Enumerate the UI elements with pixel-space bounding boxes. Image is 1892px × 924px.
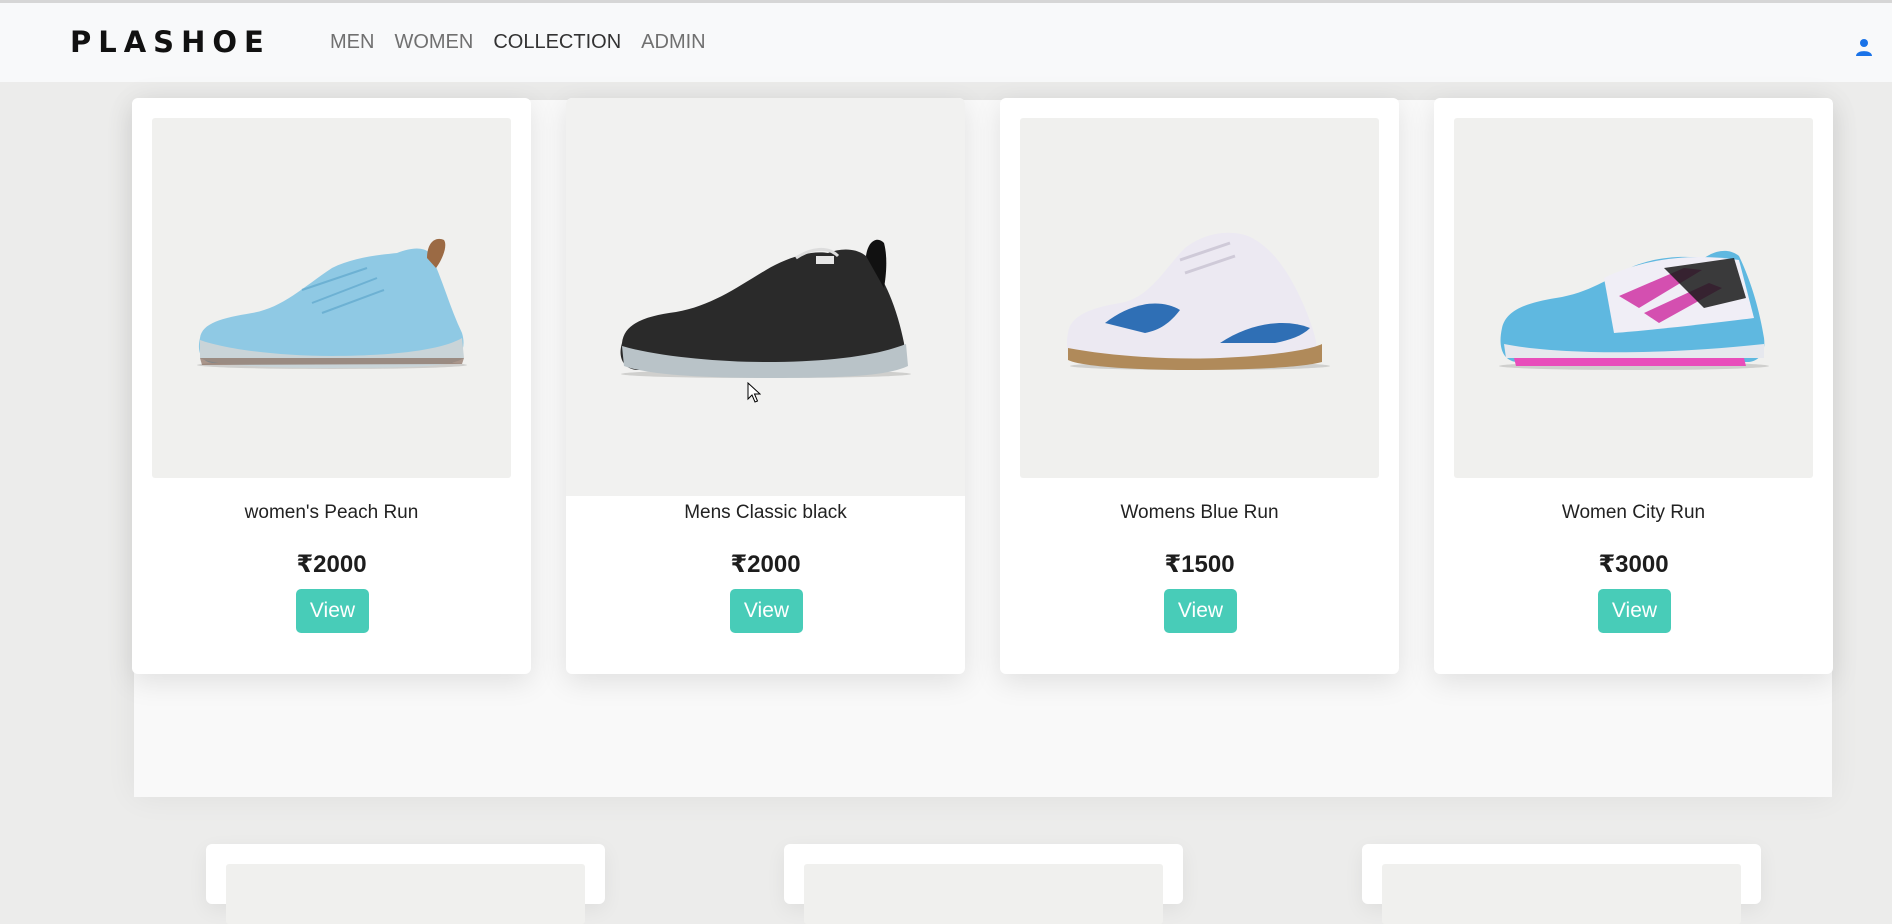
- product-image[interactable]: [226, 864, 585, 924]
- view-button[interactable]: View: [296, 589, 369, 633]
- product-card[interactable]: Women City Run ₹3000 View: [1434, 98, 1833, 674]
- product-image[interactable]: [1382, 864, 1741, 924]
- product-image[interactable]: [1454, 118, 1813, 478]
- view-button[interactable]: View: [1598, 589, 1671, 633]
- nav-men[interactable]: MEN: [330, 31, 374, 54]
- product-name[interactable]: Womens Blue Run: [1000, 502, 1399, 524]
- nav-admin[interactable]: ADMIN: [641, 31, 705, 54]
- product-image[interactable]: [804, 864, 1163, 924]
- product-image[interactable]: [152, 118, 511, 478]
- mouse-cursor-icon: [747, 382, 761, 403]
- product-card[interactable]: [784, 844, 1183, 924]
- product-price: ₹1500: [1164, 551, 1235, 578]
- product-price: ₹2000: [730, 551, 801, 578]
- view-button[interactable]: View: [1164, 589, 1237, 633]
- black-sneaker-icon: [620, 239, 911, 378]
- view-button[interactable]: View: [730, 589, 803, 633]
- product-card[interactable]: Womens Blue Run ₹1500 View: [1000, 98, 1399, 674]
- product-price: ₹3000: [1598, 551, 1669, 578]
- brand-logo[interactable]: PLASHOE: [70, 25, 271, 59]
- nav-collection[interactable]: COLLECTION: [493, 31, 621, 54]
- sky-blue-sneaker-icon: [197, 238, 467, 369]
- product-image[interactable]: [566, 98, 965, 496]
- top-navbar: PLASHOE MEN WOMEN COLLECTION ADMIN: [0, 3, 1892, 82]
- product-grid-panel: women's Peach Run ₹2000 View Mens Classi…: [132, 98, 1833, 924]
- product-card[interactable]: Mens Classic black ₹2000 View: [566, 98, 965, 674]
- product-card[interactable]: women's Peach Run ₹2000 View: [132, 98, 531, 674]
- product-image[interactable]: [1020, 118, 1379, 478]
- product-card[interactable]: [1362, 844, 1761, 924]
- nav-women[interactable]: WOMEN: [394, 31, 473, 54]
- product-name[interactable]: Mens Classic black: [566, 502, 965, 524]
- main-nav: MEN WOMEN COLLECTION ADMIN: [330, 31, 706, 54]
- product-price: ₹2000: [296, 551, 367, 578]
- product-name[interactable]: women's Peach Run: [132, 502, 531, 524]
- blue-pink-sneaker-icon: [1499, 250, 1769, 370]
- product-name[interactable]: Women City Run: [1434, 502, 1833, 524]
- user-icon[interactable]: [1855, 38, 1873, 56]
- product-card[interactable]: [206, 844, 605, 924]
- white-blue-sneaker-icon: [1066, 232, 1330, 370]
